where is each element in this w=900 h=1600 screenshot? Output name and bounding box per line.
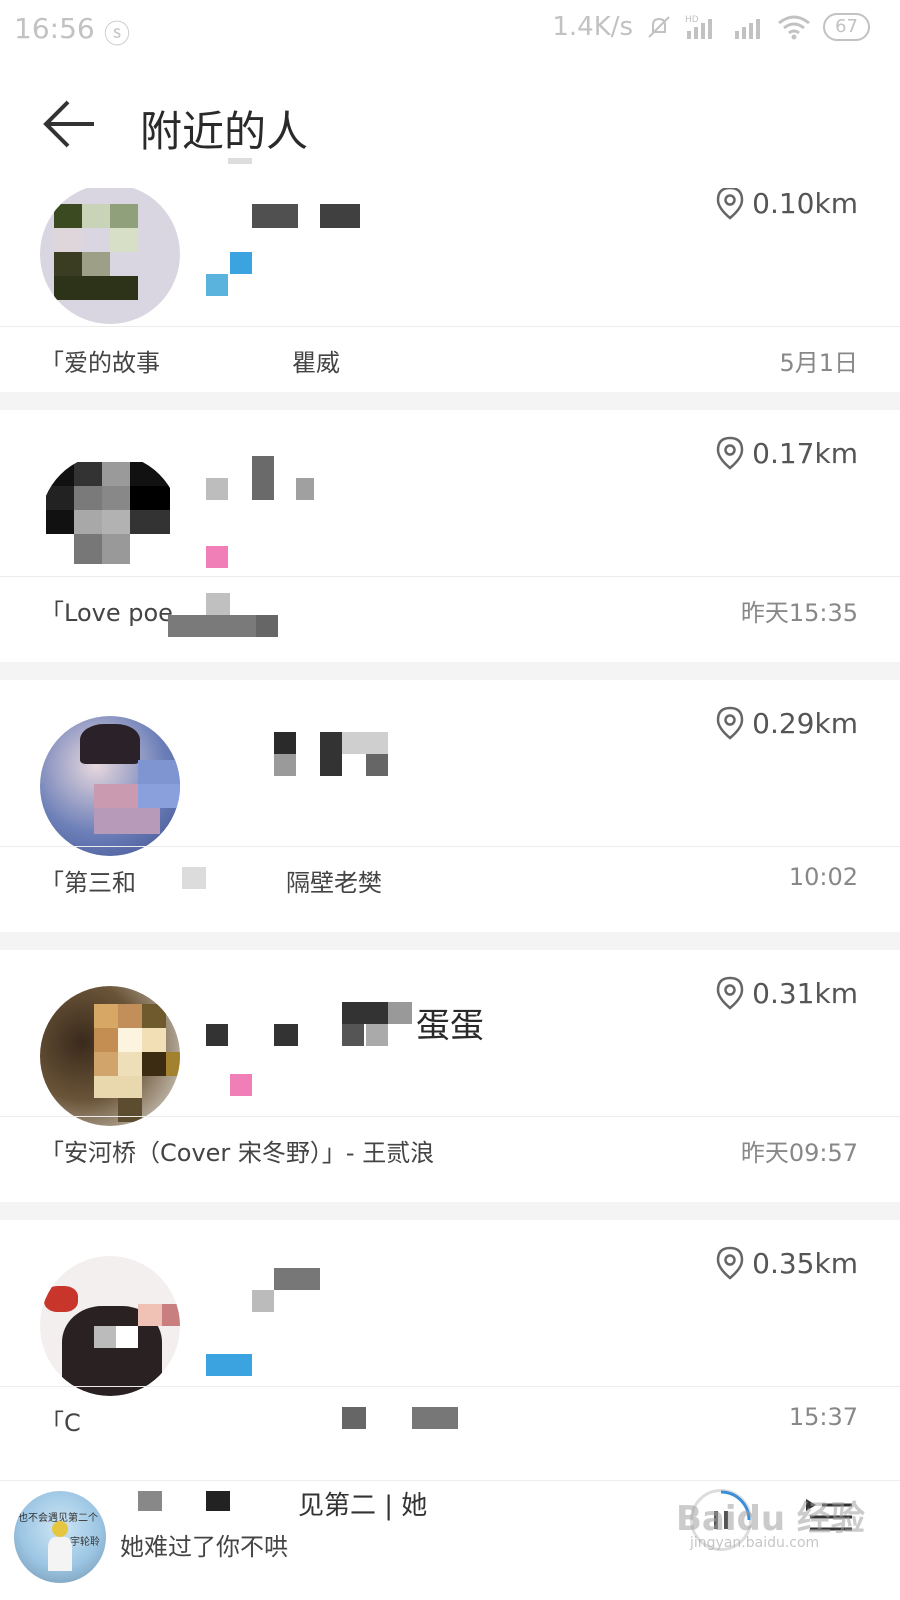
mini-player[interactable]: 也不会遇见第二个 宇轮聆 见第二 | 她 她难过了你不哄 Baidu 经验 ji… <box>0 1480 900 1600</box>
user-card[interactable]: 蛋蛋 0.31km 「安河桥（Cover 宋冬野）」- 王贰浪 昨天09:57 <box>0 950 900 1188</box>
user-card[interactable]: 0.17km 「Love poe 昨天15:35 <box>0 410 900 648</box>
page-title: 附近的人 <box>140 107 309 156</box>
song-row[interactable]: 「安河桥（Cover 宋冬野）」- 王贰浪 昨天09:57 <box>0 1116 900 1182</box>
distance: 0.29km <box>716 706 858 740</box>
distance: 0.35km <box>716 1246 858 1280</box>
user-card[interactable]: 0.29km 「第三和 隔壁老樊 10:02 <box>0 680 900 918</box>
status-time: 16:56 <box>14 12 95 45</box>
user-card[interactable]: 0.35km 「C 15:37 <box>0 1220 900 1458</box>
app-header: 附近的人 <box>0 62 900 188</box>
separator <box>0 392 900 410</box>
username-blurred <box>206 1268 386 1318</box>
gender-badge <box>206 546 228 568</box>
song-title: 「爱的故事 <box>40 349 160 377</box>
signal-icon <box>735 19 761 39</box>
distance: 0.10km <box>716 186 858 220</box>
song-time: 昨天15:35 <box>740 599 858 627</box>
song-title: 「安河桥（Cover 宋冬野）」- 王贰浪 <box>40 1139 435 1167</box>
song-row[interactable]: 「Love poe 昨天15:35 <box>0 576 900 642</box>
username-blurred <box>206 1002 416 1052</box>
distance-text: 0.29km <box>752 706 858 740</box>
album-cover[interactable]: 也不会遇见第二个 宇轮聆 <box>14 1491 106 1583</box>
distance-text: 0.10km <box>752 186 858 220</box>
signal-hd-icon: HD <box>685 15 713 39</box>
battery-indicator: 67 <box>823 13 870 41</box>
song-title: 「C <box>40 1409 81 1437</box>
distance: 0.17km <box>716 436 858 470</box>
song-time: 5月1日 <box>779 349 858 377</box>
location-pin-icon <box>716 186 744 220</box>
mute-icon <box>648 16 670 38</box>
distance-text: 0.17km <box>752 436 858 470</box>
song-artist: 瞿威 <box>292 349 340 377</box>
cover-text: 宇轮聆 <box>70 1537 100 1548</box>
song-time: 10:02 <box>788 863 858 891</box>
netease-icon: ⓢ <box>104 20 131 50</box>
player-song-subtitle: 她难过了你不哄 <box>120 1533 288 1561</box>
arrow-left-icon <box>43 100 94 148</box>
gender-badge <box>206 252 252 296</box>
location-pin-icon <box>716 1246 744 1280</box>
separator <box>0 1202 900 1220</box>
song-title: 「第三和 <box>40 869 136 897</box>
gender-badge <box>230 1074 252 1096</box>
username-blurred <box>206 732 406 782</box>
location-pin-icon <box>716 706 744 740</box>
distance: 0.31km <box>716 976 858 1010</box>
svg-text:HD: HD <box>685 15 699 25</box>
status-right: 1.4K/s HD 67 <box>552 12 870 42</box>
wifi-icon <box>778 15 811 40</box>
back-button[interactable] <box>40 94 102 154</box>
status-bar: 16:56 ⓢ 1.4K/s HD 67 <box>0 0 900 62</box>
avatar[interactable] <box>40 986 180 1126</box>
separator <box>0 662 900 680</box>
username-blurred <box>206 456 386 506</box>
baidu-watermark-url: jingyan.baidu.com <box>690 1535 820 1551</box>
avatar[interactable] <box>40 184 180 324</box>
avatar[interactable] <box>40 716 180 856</box>
distance-text: 0.31km <box>752 976 858 1010</box>
location-pin-icon <box>716 976 744 1010</box>
net-speed: 1.4K/s <box>552 12 634 42</box>
username-blurred <box>206 200 386 250</box>
song-artist: 隔壁老樊 <box>286 869 382 897</box>
username-suffix: 蛋蛋 <box>416 1006 484 1046</box>
avatar[interactable] <box>40 1256 180 1396</box>
baidu-watermark: Baidu 经验 <box>676 1499 865 1539</box>
song-title: 「Love poe <box>40 599 173 627</box>
user-card[interactable]: 0.10km 「爱的故事 瞿威 5月1日 <box>0 160 900 398</box>
song-time: 昨天09:57 <box>740 1139 858 1167</box>
song-time: 15:37 <box>788 1403 858 1431</box>
location-pin-icon <box>716 436 744 470</box>
player-song-title: 见第二 | 她 <box>120 1485 540 1521</box>
gender-badge <box>206 1354 252 1376</box>
distance-text: 0.35km <box>752 1246 858 1280</box>
song-row[interactable]: 「C 15:37 <box>0 1386 900 1452</box>
song-row[interactable]: 「爱的故事 瞿威 5月1日 <box>0 326 900 392</box>
song-row[interactable]: 「第三和 隔壁老樊 10:02 <box>0 846 900 912</box>
separator <box>0 932 900 950</box>
title-underline <box>228 158 252 164</box>
avatar[interactable] <box>40 454 180 594</box>
